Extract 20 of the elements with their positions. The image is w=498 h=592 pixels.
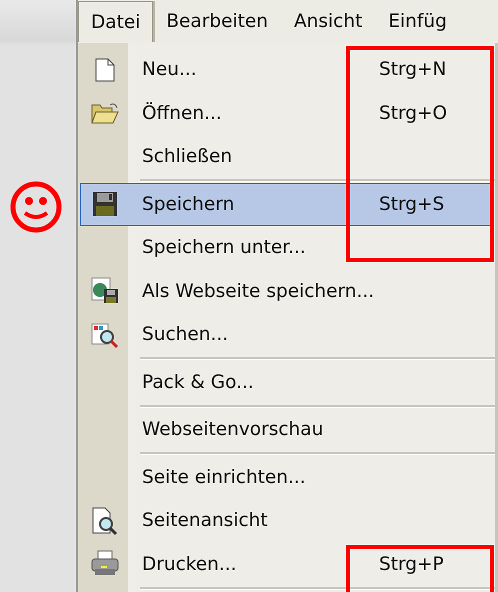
menu-item[interactable]: Neu... Strg+N (80, 48, 492, 92)
menu-item[interactable]: Schließen (80, 135, 492, 178)
menu-title[interactable]: Datei (78, 1, 154, 42)
menu-item[interactable]: Drucken... Strg+P (80, 542, 492, 586)
menu-item[interactable]: Webseitenvorschau (80, 408, 492, 452)
menu-item[interactable]: Suchen... (80, 313, 492, 356)
shortcut-text: Strg+S (379, 194, 444, 215)
menu-title[interactable]: Ansicht (281, 0, 376, 42)
menu-item[interactable]: Öffnen... Strg+O (80, 92, 492, 135)
shortcut-text: Strg+P (379, 554, 444, 575)
shortcut-text: Strg+O (379, 102, 448, 124)
menu-item[interactable]: Als Webseite speichern... (80, 270, 492, 313)
menu-title[interactable]: Bearbeiten (153, 0, 282, 42)
menu-item[interactable]: Seite einrichten... (80, 456, 492, 499)
menu-item[interactable]: Speichern Strg+S (80, 182, 492, 226)
menu-item[interactable]: Speichern unter... (80, 226, 492, 270)
menu-title[interactable]: Einfüg (375, 0, 460, 42)
shortcut-text: Strg+N (379, 59, 446, 80)
menu-item[interactable]: Seitenansicht (80, 499, 492, 542)
menu-item[interactable]: Pack & Go... (80, 360, 492, 404)
